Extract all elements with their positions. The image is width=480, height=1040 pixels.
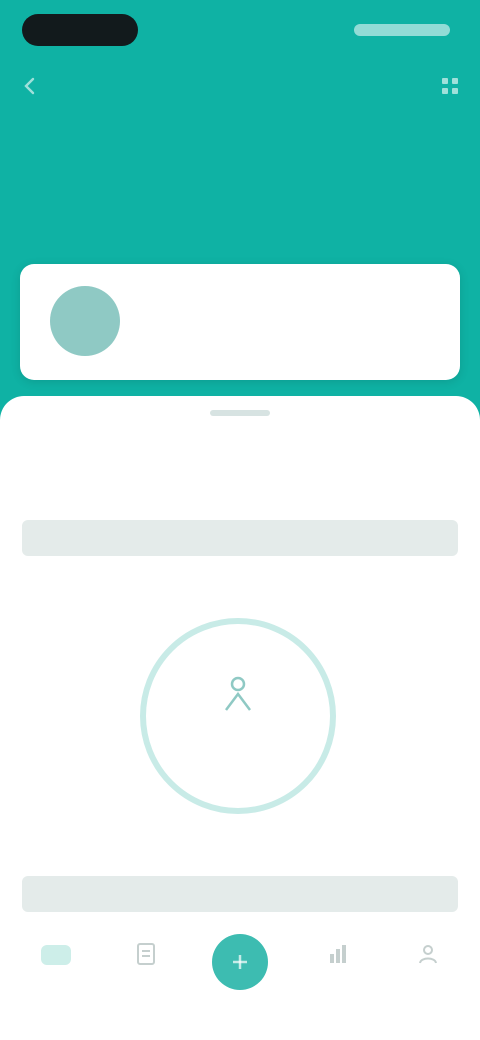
card-name — [146, 286, 436, 304]
status-icons — [354, 24, 450, 36]
progress-ring[interactable] — [140, 618, 336, 814]
sheet-handle[interactable] — [210, 410, 270, 416]
person-icon — [220, 674, 256, 714]
document-icon — [126, 934, 166, 974]
tab-bar — [0, 924, 480, 1040]
info-banner[interactable] — [22, 520, 458, 556]
add-icon — [233, 955, 247, 969]
page-title — [18, 140, 318, 176]
grid-menu-icon[interactable] — [434, 70, 466, 102]
tab-profile[interactable] — [396, 934, 460, 1014]
tab-home[interactable] — [24, 934, 88, 1014]
app-screen — [0, 0, 480, 1040]
header — [0, 0, 480, 420]
profile-icon — [408, 934, 448, 974]
title-block — [18, 140, 318, 214]
card-detail — [146, 320, 436, 338]
avatar — [50, 286, 120, 356]
home-icon — [36, 934, 76, 974]
status-bar — [0, 0, 480, 60]
back-arrow-icon[interactable] — [14, 70, 46, 102]
nav-row — [0, 66, 480, 106]
page-subtitle — [18, 194, 318, 214]
status-time-pill — [22, 14, 138, 46]
bottom-banner[interactable] — [22, 876, 458, 912]
card-text — [146, 286, 436, 338]
chart-icon — [318, 934, 358, 974]
profile-card[interactable] — [20, 264, 460, 380]
tab-documents[interactable] — [114, 934, 178, 1014]
tab-stats[interactable] — [306, 934, 370, 1014]
add-button[interactable] — [212, 934, 268, 990]
